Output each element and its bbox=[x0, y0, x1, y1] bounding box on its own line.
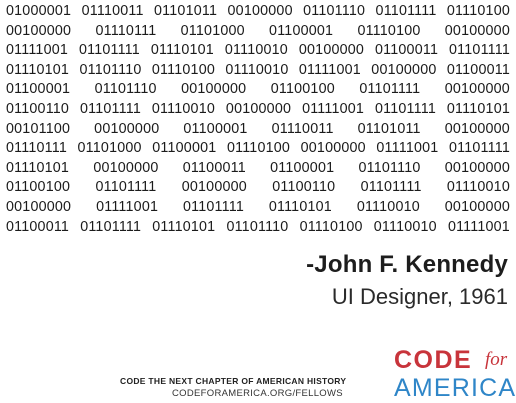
binary-word: 01101111 bbox=[375, 100, 436, 117]
footer-tagline: CODE THE NEXT CHAPTER OF AMERICAN HISTOR… bbox=[120, 376, 347, 386]
binary-word: 01100110 bbox=[6, 100, 70, 117]
binary-word: 00100000 bbox=[225, 100, 292, 117]
binary-word: 01110101 bbox=[6, 159, 70, 176]
binary-word: 01101110 bbox=[303, 3, 366, 19]
binary-word: 01110101 bbox=[446, 100, 510, 117]
binary-line: 00101100 00100000 01100001 01110011 01101011… bbox=[6, 120, 510, 140]
binary-line: 01110101 00100000 01100011 01100001 01101110… bbox=[6, 159, 510, 179]
footer-url: CODEFORAMERICA.ORG/FELLOWS bbox=[172, 388, 343, 399]
binary-word: 01111001 bbox=[6, 42, 69, 59]
binary-word: 00100000 bbox=[444, 22, 510, 39]
code-for-america-logo: CODE for AMERICA bbox=[394, 346, 515, 402]
binary-word: 01110011 bbox=[271, 120, 334, 137]
binary-word: 01110111 bbox=[6, 140, 67, 157]
binary-word: 01111001 bbox=[298, 61, 361, 78]
binary-word: 01101111 bbox=[449, 140, 510, 157]
binary-line: 01100100 01101111 00100000 01100110 01101111… bbox=[6, 178, 510, 198]
binary-word: 01101110 bbox=[94, 81, 157, 98]
binary-word: 01110011 bbox=[81, 3, 144, 19]
binary-word: 01110010 bbox=[225, 61, 289, 78]
binary-word: 01110100 bbox=[151, 61, 215, 78]
binary-line: 01110101 01101110 01110100 01110010 01111001… bbox=[6, 61, 510, 81]
binary-word: 01111001 bbox=[96, 198, 159, 215]
binary-word: 01110101 bbox=[268, 198, 332, 215]
binary-word: 00100000 bbox=[300, 140, 366, 157]
binary-word: 01110100 bbox=[226, 140, 291, 157]
binary-quote-block: 01000001 01110011 01101011 00100000 01101110… bbox=[6, 2, 510, 237]
binary-word: 00100000 bbox=[6, 22, 72, 39]
binary-word: 01101111 bbox=[183, 198, 244, 215]
binary-word: 00100000 bbox=[371, 61, 437, 78]
binary-word: 01100100 bbox=[270, 81, 335, 98]
binary-word: 01100011 bbox=[375, 42, 439, 59]
binary-word: 01110101 bbox=[6, 61, 70, 78]
binary-word: 01100110 bbox=[272, 179, 336, 196]
quote-author: -John F. Kennedy bbox=[306, 251, 508, 278]
binary-word: 01101111 bbox=[80, 100, 141, 117]
binary-word: 01110100 bbox=[299, 218, 363, 235]
binary-word: 01110010 bbox=[151, 100, 215, 117]
binary-word: 01101111 bbox=[78, 42, 140, 59]
binary-word: 00100000 bbox=[181, 81, 247, 98]
binary-word: 01100001 bbox=[270, 159, 335, 176]
binary-word: 01111001 bbox=[376, 140, 439, 157]
binary-word: 00100000 bbox=[444, 81, 510, 98]
binary-word: 00100000 bbox=[227, 3, 293, 19]
binary-line: 01100001 01101110 00100000 01100100 01101111… bbox=[6, 80, 510, 100]
binary-word: 01101000 bbox=[180, 22, 245, 39]
binary-word: 01110010 bbox=[446, 179, 510, 196]
binary-word: 01110101 bbox=[150, 42, 214, 59]
binary-word: 01110111 bbox=[95, 22, 157, 39]
binary-word: 01100001 bbox=[152, 140, 217, 157]
binary-word: 00100000 bbox=[93, 159, 159, 176]
binary-line: 00100000 01111001 01101111 01110101 01110010… bbox=[6, 198, 510, 218]
binary-word: 01100011 bbox=[182, 159, 246, 176]
binary-word: 01100100 bbox=[6, 179, 71, 196]
binary-word: 01100011 bbox=[446, 61, 510, 78]
binary-word: 00100000 bbox=[444, 159, 510, 176]
binary-line: 01000001 01110011 01101011 00100000 01101110… bbox=[6, 2, 510, 22]
binary-word: 01100001 bbox=[6, 81, 71, 98]
binary-word: 01101111 bbox=[359, 81, 421, 98]
binary-line: 01100110 01101111 01110010 00100000 01111001… bbox=[6, 100, 510, 120]
binary-line: 00100000 01110111 01101000 01100001 01110100… bbox=[6, 22, 510, 42]
binary-word: 01100001 bbox=[183, 120, 248, 137]
logo-america-text: AMERICA bbox=[394, 374, 516, 402]
binary-word: 01101110 bbox=[226, 218, 289, 235]
binary-word: 00100000 bbox=[6, 198, 72, 215]
binary-word: 00100000 bbox=[444, 198, 510, 215]
binary-word: 00100000 bbox=[94, 120, 160, 137]
quote-role: UI Designer, 1961 bbox=[331, 284, 508, 309]
binary-word: 01110010 bbox=[356, 198, 420, 215]
binary-word: 00100000 bbox=[444, 120, 510, 137]
binary-word: 01101011 bbox=[154, 3, 218, 19]
binary-word: 01100011 bbox=[6, 218, 70, 235]
binary-word: 00101100 bbox=[6, 120, 71, 137]
binary-word: 01101111 bbox=[449, 42, 510, 59]
binary-line: 01111001 01101111 01110101 01110010 00100000… bbox=[6, 41, 510, 61]
logo-code-text: CODE bbox=[394, 346, 473, 374]
binary-word: 01110101 bbox=[152, 218, 216, 235]
binary-word: 01110100 bbox=[446, 3, 510, 19]
binary-word: 01111001 bbox=[302, 100, 365, 117]
binary-word: 01101011 bbox=[357, 120, 421, 137]
binary-word: 01101111 bbox=[360, 179, 422, 196]
binary-word: 01101110 bbox=[358, 159, 421, 176]
binary-line: 01100011 01101111 01110101 01101110 01110100… bbox=[6, 218, 510, 238]
binary-line: 01110111 01101000 01100001 01110100 00100000… bbox=[6, 139, 510, 159]
binary-word: 01100001 bbox=[269, 22, 334, 39]
binary-word: 01110010 bbox=[224, 42, 288, 59]
binary-word: 01101111 bbox=[80, 218, 142, 235]
binary-word: 01110010 bbox=[373, 218, 437, 235]
binary-word: 01101111 bbox=[95, 179, 157, 196]
binary-word: 01101111 bbox=[375, 3, 437, 19]
binary-word: 01111001 bbox=[447, 218, 510, 235]
binary-word: 01101000 bbox=[77, 140, 142, 157]
binary-word: 01110100 bbox=[357, 22, 421, 39]
binary-word: 00100000 bbox=[298, 42, 365, 59]
logo-for-text: for bbox=[485, 349, 508, 370]
binary-word: 00100000 bbox=[181, 179, 247, 196]
binary-word: 01101110 bbox=[79, 61, 142, 78]
binary-word: 01000001 bbox=[6, 3, 72, 19]
